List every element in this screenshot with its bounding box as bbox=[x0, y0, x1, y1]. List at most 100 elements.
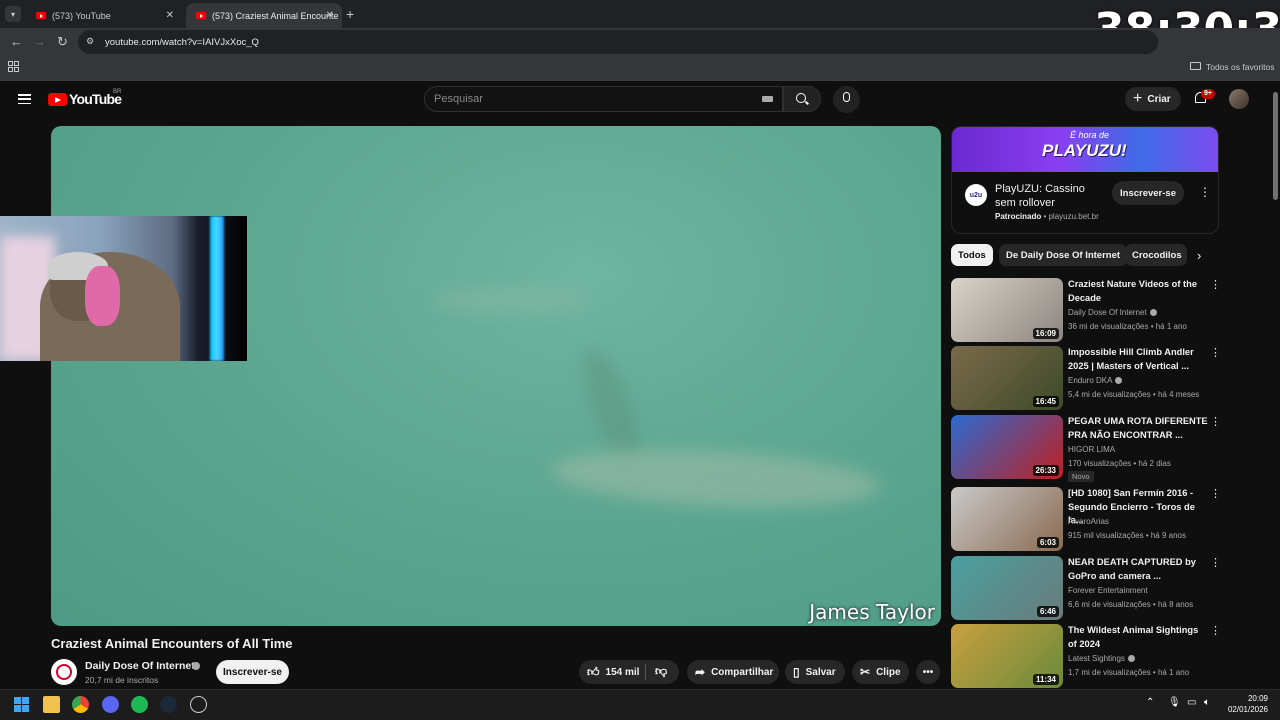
more-vert-icon[interactable]: ⋮ bbox=[1210, 556, 1221, 569]
verified-icon bbox=[1127, 655, 1135, 663]
subscriber-count: 20,7 mi de inscritos bbox=[85, 675, 159, 685]
like-count[interactable]: 154 mil bbox=[606, 667, 640, 678]
new-badge: Novo bbox=[1068, 471, 1094, 482]
more-vert-icon[interactable]: ⋮ bbox=[1210, 415, 1221, 428]
recommendation-meta: 1,7 mi de visualizações • há 1 ano bbox=[1068, 668, 1190, 677]
steam-icon[interactable] bbox=[160, 696, 177, 713]
video-thumbnail[interactable]: 16:45 bbox=[951, 346, 1063, 410]
more-vert-icon[interactable]: ⋮ bbox=[1210, 487, 1221, 500]
scrollbar-thumb[interactable] bbox=[1273, 92, 1278, 200]
obs-icon[interactable] bbox=[190, 696, 207, 713]
more-actions-button[interactable]: ••• bbox=[916, 660, 940, 684]
recommendation-channel[interactable]: Latest Sightings bbox=[1068, 654, 1135, 663]
recommendation-card[interactable]: 6:03 [HD 1080] San Fermín 2016 - Segundo … bbox=[951, 487, 1221, 551]
apps-icon[interactable] bbox=[8, 61, 19, 72]
back-icon[interactable]: ← bbox=[10, 34, 23, 49]
browser-tab-active[interactable]: (573) Craziest Animal Encounte ✕ bbox=[186, 3, 342, 28]
chevron-right-icon[interactable]: › bbox=[1197, 248, 1201, 263]
file-explorer-icon[interactable] bbox=[43, 696, 60, 713]
recommendation-channel[interactable]: Daily Dose Of Internet bbox=[1068, 308, 1157, 317]
recommendation-card[interactable]: 16:09 Craziest Nature Videos of the Decad… bbox=[951, 278, 1221, 342]
subscribe-button[interactable]: Inscrever-se bbox=[216, 660, 289, 684]
search-icon bbox=[796, 93, 806, 103]
mic-tray-icon[interactable]: 🎙︎ bbox=[1168, 697, 1181, 708]
video-thumbnail[interactable]: 16:09 bbox=[951, 278, 1063, 342]
close-tab-icon[interactable]: ✕ bbox=[166, 10, 174, 21]
region-code: BR bbox=[113, 89, 122, 95]
recommendation-card[interactable]: 6:46 NEAR DEATH CAPTURED by GoPro and cam… bbox=[951, 556, 1221, 620]
recommendation-meta: 170 visualizações • há 2 dias bbox=[1068, 459, 1171, 468]
channel-label: Latest Sightings bbox=[1068, 654, 1125, 663]
duration-badge: 6:03 bbox=[1036, 537, 1059, 548]
close-tab-icon[interactable]: ✕ bbox=[326, 10, 334, 21]
more-icon: ••• bbox=[922, 666, 934, 678]
ad-card[interactable]: É hora de PLAYUZU! u2u PlayUZU: Cassino … bbox=[951, 126, 1219, 234]
chip-channel[interactable]: De Daily Dose Of Internet bbox=[999, 244, 1128, 266]
recommendation-channel[interactable]: ÁlvaroArias bbox=[1068, 517, 1109, 526]
more-vert-icon[interactable]: ⋮ bbox=[1210, 346, 1221, 359]
forward-icon[interactable]: → bbox=[33, 34, 46, 49]
recommendation-channel[interactable]: HIGOR LIMA bbox=[1068, 445, 1115, 454]
youtube-favicon-icon bbox=[36, 12, 46, 19]
ad-subscribe-button[interactable]: Inscrever-se bbox=[1112, 181, 1184, 205]
ad-title[interactable]: PlayUZU: Cassino sem rollover bbox=[995, 182, 1095, 210]
network-icon[interactable]: ▭ bbox=[1187, 697, 1196, 708]
spotify-icon[interactable] bbox=[131, 696, 148, 713]
led-light bbox=[210, 216, 224, 361]
reload-icon[interactable]: ↻ bbox=[57, 34, 68, 50]
save-button[interactable]: ▯ Salvar bbox=[785, 660, 845, 684]
recommendation-channel[interactable]: Forever Entertainment bbox=[1068, 586, 1148, 595]
recommendation-card[interactable]: 26:33 PEGAR UMA ROTA DIFERENTE PRA NÃO EN… bbox=[951, 415, 1221, 482]
tab-search-icon[interactable]: ▾ bbox=[5, 6, 21, 22]
tray-chevron-icon[interactable]: ⌃ bbox=[1146, 697, 1154, 708]
avatar[interactable] bbox=[1229, 89, 1249, 109]
chip-all[interactable]: Todos bbox=[951, 244, 993, 266]
new-tab-icon[interactable]: + bbox=[346, 6, 354, 22]
url-text[interactable]: youtube.com/watch?v=IAIVJxXoc_Q bbox=[105, 37, 259, 48]
webcam-overlay bbox=[0, 216, 247, 361]
video-player[interactable]: James Taylor bbox=[51, 126, 941, 626]
clip-button[interactable]: ✂ Clipe bbox=[852, 660, 909, 684]
recommendation-meta: 5,4 mi de visualizações • há 4 meses bbox=[1068, 390, 1200, 399]
all-bookmarks-link[interactable]: Todos os favoritos bbox=[1206, 62, 1275, 72]
headphones bbox=[85, 266, 120, 326]
chip-crocodiles[interactable]: Crocodilos bbox=[1125, 244, 1187, 266]
windows-start-icon[interactable] bbox=[14, 697, 29, 712]
like-icon[interactable]: 👍︎ bbox=[587, 665, 600, 680]
ad-banner[interactable]: É hora de PLAYUZU! bbox=[952, 127, 1218, 172]
more-vert-icon[interactable]: ⋮ bbox=[1210, 278, 1221, 291]
create-label: Criar bbox=[1147, 93, 1171, 105]
browser-tab[interactable]: (573) YouTube ✕ bbox=[26, 3, 182, 28]
more-vert-icon[interactable]: ⋮ bbox=[1199, 185, 1211, 199]
video-thumbnail[interactable]: 26:33 bbox=[951, 415, 1063, 479]
site-info-icon[interactable]: ⚙ bbox=[86, 36, 94, 47]
recommendation-card[interactable]: 11:34 The Wildest Animal Sightings of 202… bbox=[951, 624, 1221, 688]
channel-name[interactable]: Daily Dose Of Internet bbox=[85, 660, 195, 672]
taskbar-clock[interactable]: 20:09 02/01/2026 bbox=[1226, 693, 1268, 715]
youtube-logo-icon[interactable] bbox=[48, 93, 67, 106]
video-thumbnail[interactable]: 11:34 bbox=[951, 624, 1063, 688]
recommendation-title[interactable]: Impossible Hill Climb Andler 2025 | Mast… bbox=[1068, 346, 1208, 373]
video-thumbnail[interactable]: 6:46 bbox=[951, 556, 1063, 620]
tab-title: (573) Craziest Animal Encounte bbox=[212, 10, 339, 21]
more-vert-icon[interactable]: ⋮ bbox=[1210, 624, 1221, 637]
volume-icon[interactable]: 🔈︎ bbox=[1204, 697, 1210, 708]
chrome-icon[interactable] bbox=[72, 696, 89, 713]
recommendation-title[interactable]: Craziest Nature Videos of the Decade bbox=[1068, 278, 1208, 305]
recommendation-channel[interactable]: Enduro DKA bbox=[1068, 376, 1123, 385]
create-button[interactable]: + Criar bbox=[1125, 87, 1181, 111]
bookmarks-bar bbox=[0, 55, 1280, 81]
verified-icon bbox=[192, 662, 200, 670]
share-button[interactable]: ➦ Compartilhar bbox=[687, 660, 779, 684]
menu-icon[interactable] bbox=[18, 94, 31, 104]
recommendation-title[interactable]: NEAR DEATH CAPTURED by GoPro and camera … bbox=[1068, 556, 1208, 583]
discord-icon[interactable] bbox=[102, 696, 119, 713]
recommendation-card[interactable]: 16:45 Impossible Hill Climb Andler 2025 |… bbox=[951, 346, 1221, 410]
channel-avatar[interactable] bbox=[51, 659, 77, 685]
video-thumbnail[interactable]: 6:03 bbox=[951, 487, 1063, 551]
dislike-icon[interactable]: 👎︎ bbox=[655, 664, 667, 679]
keyboard-icon[interactable] bbox=[762, 96, 773, 102]
recommendation-title[interactable]: PEGAR UMA ROTA DIFERENTE PRA NÃO ENCONTR… bbox=[1068, 415, 1208, 442]
recommendation-title[interactable]: The Wildest Animal Sightings of 2024 bbox=[1068, 624, 1208, 651]
recommendation-meta: 915 mil visualizações • há 9 anos bbox=[1068, 531, 1186, 540]
